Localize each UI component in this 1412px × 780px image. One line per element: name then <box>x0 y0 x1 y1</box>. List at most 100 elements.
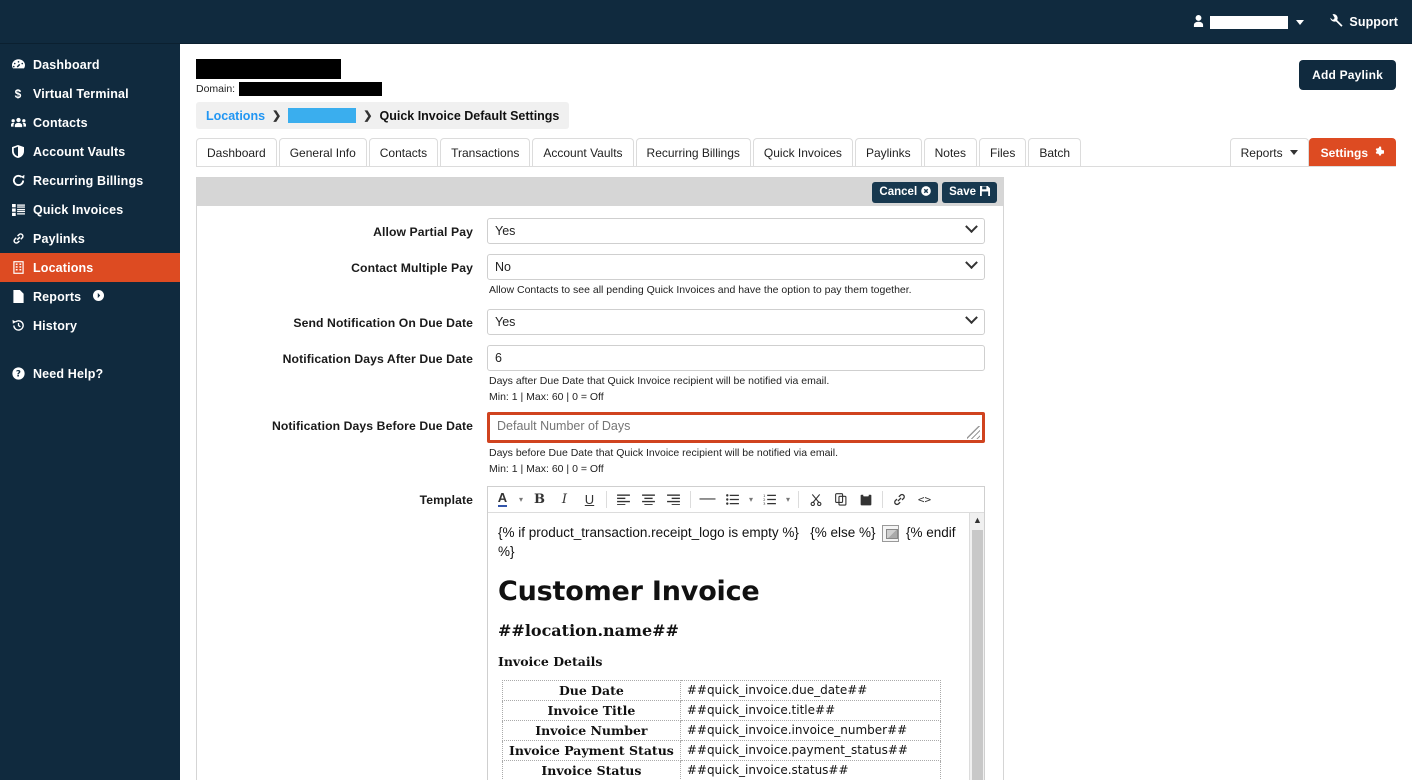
field-send-notification-on-due-date: Send Notification On Due Date Yes <box>197 308 985 335</box>
add-paylink-button[interactable]: Add Paylink <box>1299 60 1396 90</box>
broken-image-icon[interactable] <box>882 524 900 542</box>
dashboard-icon <box>10 59 26 70</box>
field-label: Notification Days After Due Date <box>282 351 473 366</box>
save-button[interactable]: Save <box>942 181 997 203</box>
domain-row: Domain: <box>196 82 1396 96</box>
sidebar-item-virtual-terminal[interactable]: $ Virtual Terminal <box>0 79 180 108</box>
svg-text:?: ? <box>15 370 20 380</box>
horizontal-rule-icon[interactable]: — <box>695 487 720 511</box>
code-icon[interactable]: <> <box>912 487 937 511</box>
unordered-list-caret-icon[interactable]: ▾ <box>745 487 757 511</box>
contact-multiple-pay-select[interactable]: No <box>487 254 985 280</box>
table-cell-value: ##quick_invoice.payment_status## <box>679 739 941 761</box>
tab-general-info[interactable]: General Info <box>278 138 367 166</box>
send-notification-on-due-date-select[interactable]: Yes <box>487 308 985 335</box>
sidebar-item-dashboard[interactable]: Dashboard <box>0 50 180 79</box>
sidebar-item-label: Locations <box>33 260 94 275</box>
tab-bar-right: Reports Settings <box>1229 138 1396 166</box>
settings-panel: Cancel Save Allow Partial Pay Yes Contac… <box>196 177 1004 780</box>
italic-icon[interactable]: I <box>552 487 577 511</box>
cut-icon[interactable] <box>803 487 828 511</box>
notification-days-before-due-date-textarea[interactable] <box>490 415 982 441</box>
ordered-list-icon[interactable]: 123 <box>757 487 782 511</box>
sidebar-item-label: Paylinks <box>33 231 85 246</box>
floppy-disk-icon <box>980 185 990 199</box>
sidebar-item-locations[interactable]: Locations <box>0 253 180 282</box>
rte-content-area[interactable]: ▲ {% if product_transaction.receipt_logo… <box>488 512 984 780</box>
tab-notes[interactable]: Notes <box>923 138 977 166</box>
allow-partial-pay-select[interactable]: Yes <box>487 218 985 244</box>
breadcrumb-item-current: Quick Invoice Default Settings <box>379 108 560 123</box>
tab-transactions[interactable]: Transactions <box>440 138 531 166</box>
sidebar-item-label: Reports <box>33 289 82 304</box>
chevron-right-icon: ❯ <box>363 110 373 122</box>
tab-quick-invoices[interactable]: Quick Invoices <box>752 138 853 166</box>
sidebar-item-quick-invoices[interactable]: Quick Invoices <box>0 195 180 224</box>
top-bar-right: Support <box>1193 0 1398 44</box>
question-circle-icon: ? <box>10 367 26 380</box>
field-help-range: Min: 1 | Max: 60 | 0 = Off <box>489 463 604 475</box>
tab-reports-dropdown[interactable]: Reports <box>1229 138 1309 166</box>
list-icon <box>10 203 26 216</box>
table-cell-value: ##quick_invoice.due_date## <box>679 679 941 701</box>
tab-files[interactable]: Files <box>978 138 1027 166</box>
select-wrapper: Yes <box>487 218 985 244</box>
building-icon <box>10 261 26 274</box>
align-left-icon[interactable] <box>611 487 636 511</box>
table-cell-key: Invoice Payment Status <box>502 739 681 761</box>
tab-recurring-billings[interactable]: Recurring Billings <box>635 138 751 166</box>
underline-icon[interactable]: U <box>577 487 602 511</box>
select-wrapper: Yes <box>487 308 985 335</box>
table-cell-key: Invoice Number <box>502 719 681 741</box>
gear-icon <box>1373 146 1385 160</box>
scrollbar-thumb[interactable] <box>972 529 983 780</box>
tab-contacts[interactable]: Contacts <box>368 138 439 166</box>
chevron-right-icon: ❯ <box>272 110 282 122</box>
rte-scrollbar[interactable]: ▲ <box>969 512 984 780</box>
sidebar-item-account-vaults[interactable]: Account Vaults <box>0 137 180 166</box>
scroll-up-icon[interactable]: ▲ <box>970 512 984 528</box>
tab-paylinks[interactable]: Paylinks <box>854 138 922 166</box>
rte-liquid-line: {% if product_transaction.receipt_logo i… <box>498 523 958 562</box>
bold-icon[interactable]: B <box>527 487 552 511</box>
field-allow-partial-pay: Allow Partial Pay Yes <box>197 218 985 244</box>
page-title-redacted <box>196 59 341 79</box>
sidebar-item-need-help[interactable]: ? Need Help? <box>0 359 180 388</box>
table-row: Invoice Title ##quick_invoice.title## <box>502 699 941 721</box>
breadcrumb-item-redacted[interactable] <box>288 108 357 123</box>
align-center-icon[interactable] <box>636 487 661 511</box>
tab-account-vaults[interactable]: Account Vaults <box>532 138 634 166</box>
notification-days-after-due-date-input[interactable] <box>487 344 985 371</box>
user-menu[interactable] <box>1193 15 1305 29</box>
sidebar-item-paylinks[interactable]: Paylinks <box>0 224 180 253</box>
link-icon[interactable] <box>887 487 912 511</box>
font-color-icon[interactable]: A <box>490 487 515 511</box>
cancel-button[interactable]: Cancel <box>872 181 939 203</box>
field-label: Notification Days Before Due Date <box>271 419 473 434</box>
toolbar-divider <box>606 490 607 508</box>
sidebar-item-recurring-billings[interactable]: Recurring Billings <box>0 166 180 195</box>
sidebar-item-contacts[interactable]: Contacts <box>0 108 180 137</box>
paste-icon[interactable] <box>853 487 878 511</box>
copy-icon[interactable] <box>828 487 853 511</box>
select-wrapper: No <box>487 254 985 280</box>
sidebar-item-history[interactable]: History <box>0 311 180 340</box>
sidebar-nav: Dashboard $ Virtual Terminal Contacts Ac… <box>0 50 180 388</box>
ordered-list-caret-icon[interactable]: ▾ <box>782 487 794 511</box>
field-label: Contact Multiple Pay <box>351 261 473 275</box>
breadcrumb-item-locations[interactable]: Locations <box>206 109 265 123</box>
tab-dashboard[interactable]: Dashboard <box>196 138 277 166</box>
close-icon <box>921 185 931 199</box>
panel-toolbar: Cancel Save <box>197 178 1003 206</box>
unordered-list-icon[interactable] <box>720 487 745 511</box>
align-right-icon[interactable] <box>661 487 686 511</box>
tab-settings[interactable]: Settings <box>1308 138 1396 166</box>
field-help-text: Days after Due Date that Quick Invoice r… <box>489 374 830 387</box>
table-cell-key: Due Date <box>502 679 681 701</box>
sidebar-item-reports[interactable]: Reports <box>0 282 180 311</box>
sidebar-item-label: Contacts <box>33 115 88 130</box>
support-link[interactable]: Support <box>1330 14 1398 30</box>
table-cell-key: Invoice Status <box>502 759 681 780</box>
tab-batch[interactable]: Batch <box>1028 138 1082 166</box>
font-color-caret-icon[interactable]: ▾ <box>515 487 527 511</box>
